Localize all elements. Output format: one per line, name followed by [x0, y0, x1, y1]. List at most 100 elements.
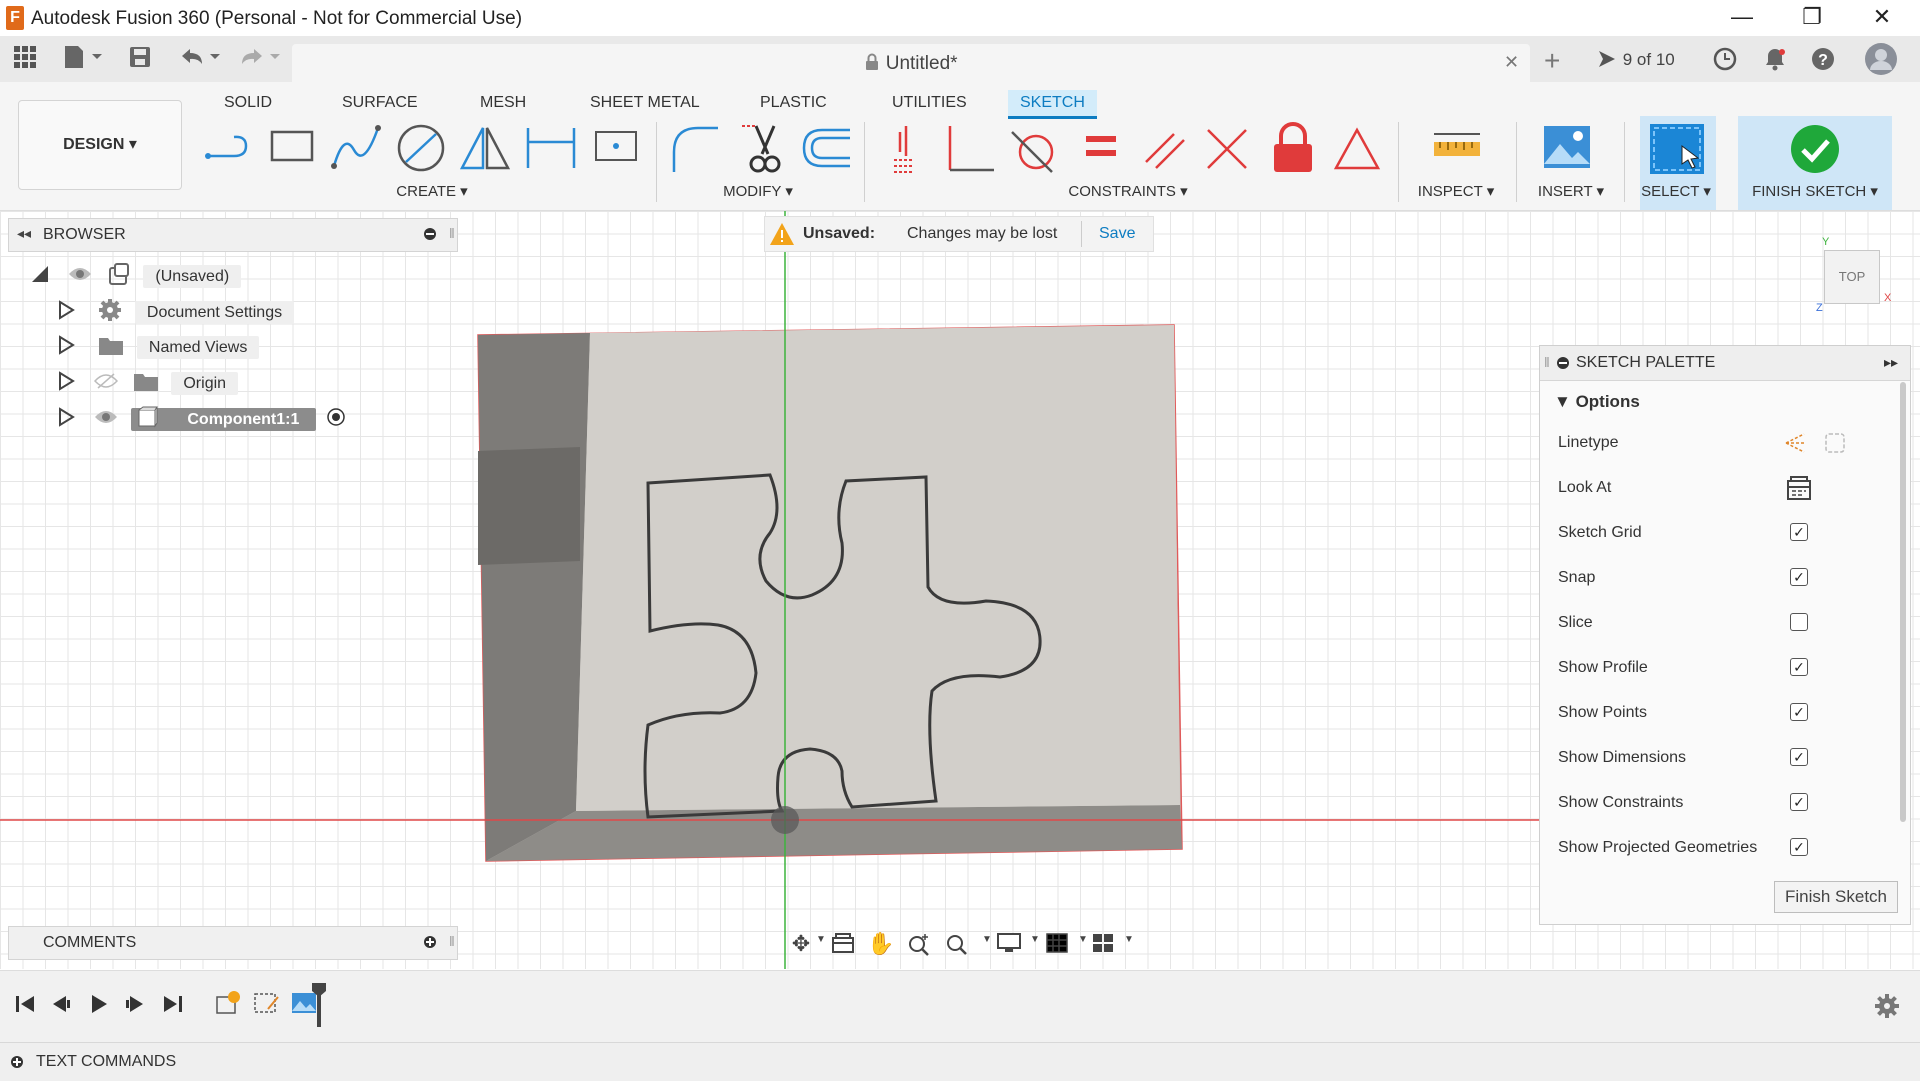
show-points-checkbox[interactable]: ✓ [1790, 703, 1808, 721]
redo-icon[interactable] [236, 44, 282, 74]
pan-hand-icon[interactable]: ✋ [864, 932, 898, 956]
mirror-tool-icon[interactable] [458, 122, 512, 176]
tab-mesh[interactable]: MESH [468, 90, 538, 116]
dropdown-arrow-icon[interactable]: ▼ [1030, 934, 1040, 945]
go-to-start-icon[interactable] [14, 993, 36, 1020]
dropdown-arrow-icon[interactable]: ▼ [1124, 934, 1134, 945]
job-status[interactable]: 9 of 10 [1596, 48, 1675, 70]
visibility-eye-icon[interactable] [68, 265, 92, 288]
expand-arrow-icon[interactable] [56, 299, 76, 326]
activate-radio-icon[interactable] [326, 407, 346, 432]
select-cursor-icon[interactable] [1648, 122, 1704, 176]
job-status-clock-icon[interactable] [1712, 46, 1738, 77]
rectangle-tool-icon[interactable] [266, 122, 320, 176]
snap-checkbox[interactable]: ✓ [1790, 568, 1808, 586]
go-to-end-icon[interactable] [162, 993, 184, 1020]
coincident-constraint-icon[interactable] [880, 122, 934, 176]
select-menu[interactable]: SELECT ▾ [1624, 182, 1728, 200]
spline-tool-icon[interactable] [330, 122, 384, 176]
construction-linetype-icon[interactable] [1782, 430, 1808, 461]
text-commands-toggle-icon[interactable] [10, 1055, 24, 1074]
look-at-nav-icon[interactable] [826, 932, 860, 956]
component-label-chip[interactable]: Component1:1 [130, 406, 316, 431]
document-tab[interactable]: Untitled* ✕ [292, 44, 1530, 82]
trim-scissors-icon[interactable] [738, 122, 792, 176]
finish-sketch-menu[interactable]: FINISH SKETCH ▾ [1738, 182, 1892, 200]
look-at-icon[interactable] [1786, 475, 1812, 506]
inspect-menu[interactable]: INSPECT ▾ [1396, 182, 1516, 200]
show-profile-checkbox[interactable]: ✓ [1790, 658, 1808, 676]
save-link[interactable]: Save [1099, 225, 1135, 243]
options-section-header[interactable]: ▼ Options [1554, 392, 1640, 412]
new-tab-plus-icon[interactable]: + [1544, 46, 1560, 76]
browser-item-origin[interactable]: Origin [56, 370, 239, 400]
expand-arrow-icon[interactable] [56, 334, 76, 361]
create-menu[interactable]: CREATE ▾ [372, 182, 492, 200]
browser-toggle-icon[interactable] [423, 227, 437, 246]
orbit-pan-icon[interactable]: ✥ [784, 932, 818, 956]
finish-sketch-button[interactable]: Finish Sketch [1774, 881, 1898, 913]
display-settings-icon[interactable] [992, 932, 1026, 956]
dropdown-arrow-icon[interactable]: ▼ [982, 934, 992, 945]
sketch-grid-checkbox[interactable]: ✓ [1790, 523, 1808, 541]
zoom-icon[interactable] [902, 932, 936, 956]
line-tool-icon[interactable] [204, 122, 258, 176]
dimension-tool-icon[interactable] [524, 122, 578, 176]
modify-menu[interactable]: MODIFY ▾ [698, 182, 818, 200]
step-back-icon[interactable] [50, 993, 72, 1020]
fit-zoom-icon[interactable] [940, 932, 974, 956]
timeline-feature-sketch-icon[interactable] [252, 989, 280, 1022]
expand-collapse-root-icon[interactable] [30, 263, 52, 290]
timeline-feature-component-icon[interactable] [214, 989, 242, 1022]
measure-ruler-icon[interactable] [1430, 122, 1484, 176]
slice-checkbox[interactable] [1790, 613, 1808, 631]
point-tool-icon[interactable] [590, 122, 644, 176]
visibility-eye-icon[interactable] [94, 408, 118, 431]
palette-scrollbar[interactable] [1900, 382, 1906, 822]
text-commands-bar[interactable]: TEXT COMMANDS [0, 1042, 1920, 1081]
minimize-button[interactable]: — [1712, 2, 1772, 32]
viewports-icon[interactable] [1086, 932, 1120, 956]
tab-surface[interactable]: SURFACE [330, 90, 430, 116]
restore-button[interactable]: ❐ [1782, 2, 1842, 32]
dropdown-arrow-icon[interactable]: ▼ [816, 934, 826, 945]
browser-root-row[interactable]: (Unsaved) [30, 262, 242, 292]
midpoint-constraint-icon[interactable] [1200, 122, 1254, 176]
notifications-bell-icon[interactable] [1762, 46, 1788, 77]
file-menu-icon[interactable] [62, 44, 104, 74]
insert-menu[interactable]: INSERT ▾ [1516, 182, 1626, 200]
parallel-constraint-icon[interactable] [1138, 122, 1192, 176]
palette-expand-icon[interactable]: ▸▸ [1884, 354, 1898, 371]
constraints-menu[interactable]: CONSTRAINTS ▾ [1058, 182, 1198, 200]
tab-sketch[interactable]: SKETCH [1008, 90, 1097, 119]
grid-snap-icon[interactable] [1040, 932, 1074, 956]
tab-solid[interactable]: SOLID [212, 90, 284, 116]
workspace-design-button[interactable]: DESIGN ▾ [18, 100, 182, 190]
circle-tool-icon[interactable] [394, 122, 448, 176]
collapse-browser-icon[interactable]: ◂◂ [17, 225, 31, 242]
palette-toggle-icon[interactable] [1556, 356, 1570, 375]
play-icon[interactable] [88, 993, 110, 1020]
perpendicular-constraint-icon[interactable] [942, 122, 996, 176]
browser-item-component[interactable]: Component1:1 [56, 406, 346, 436]
browser-item-document-settings[interactable]: Document Settings [56, 298, 295, 328]
expand-arrow-icon[interactable] [56, 406, 76, 433]
save-icon[interactable] [128, 44, 152, 74]
comments-resize-handle[interactable]: ‖ [449, 933, 455, 949]
step-forward-icon[interactable] [124, 993, 146, 1020]
fix-lock-icon[interactable] [1266, 122, 1320, 176]
data-panel-grid-icon[interactable] [12, 44, 38, 74]
tab-sheet-metal[interactable]: SHEET METAL [578, 90, 712, 116]
browser-item-named-views[interactable]: Named Views [56, 334, 260, 364]
finish-sketch-check-icon[interactable] [1788, 122, 1842, 176]
timeline-marker[interactable] [312, 983, 326, 1032]
show-dimensions-checkbox[interactable]: ✓ [1790, 748, 1808, 766]
user-avatar-icon[interactable] [1864, 42, 1898, 81]
timeline-settings-gear-icon[interactable] [1874, 993, 1900, 1024]
symmetry-triangle-icon[interactable] [1330, 122, 1384, 176]
show-projected-geometries-checkbox[interactable]: ✓ [1790, 838, 1808, 856]
centerline-linetype-icon[interactable] [1822, 430, 1848, 461]
fillet-tool-icon[interactable] [668, 122, 722, 176]
close-tab-icon[interactable]: ✕ [1504, 52, 1519, 73]
offset-tool-icon[interactable] [800, 122, 854, 176]
